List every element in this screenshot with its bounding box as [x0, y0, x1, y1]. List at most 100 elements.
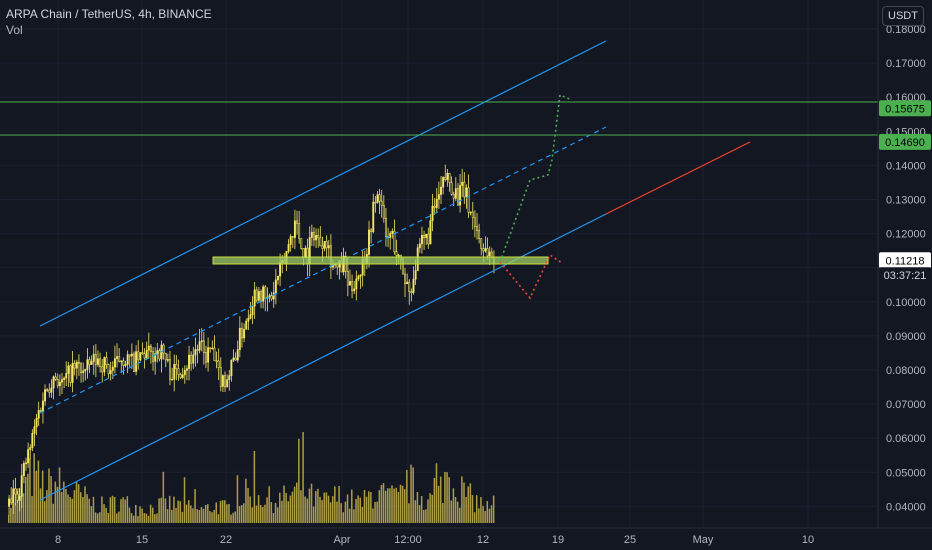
- volume-bar: [429, 493, 431, 523]
- volume-bar: [10, 507, 12, 523]
- volume-bar: [219, 500, 222, 523]
- volume-bar: [223, 500, 226, 523]
- volume-bar: [82, 497, 84, 523]
- candle: [25, 457, 27, 471]
- volume-bar: [175, 507, 177, 523]
- candle: [245, 318, 248, 330]
- volume-bar: [217, 514, 220, 523]
- time-tick-label: Apr: [333, 534, 350, 546]
- volume-bar: [482, 505, 484, 523]
- volume-bar: [478, 508, 480, 523]
- candle: [427, 227, 430, 249]
- price-scale[interactable]: 0.180000.170000.160000.150000.140000.130…: [877, 0, 932, 528]
- volume-bar: [156, 513, 158, 523]
- candle: [14, 477, 17, 506]
- volume-bar: [147, 515, 150, 523]
- candle: [147, 332, 150, 359]
- volume-bar: [291, 491, 294, 523]
- volume-bar: [69, 497, 71, 523]
- volume-bar: [488, 508, 491, 523]
- time-tick-label: 22: [220, 534, 232, 546]
- candle: [73, 360, 76, 376]
- candle: [154, 347, 157, 375]
- price-tick-label: 0.13000: [886, 195, 926, 207]
- candle: [152, 346, 155, 371]
- volume-bar: [164, 498, 167, 523]
- volume-bar: [103, 504, 105, 523]
- volume-bar: [253, 450, 256, 523]
- candle: [156, 343, 159, 363]
- candle: [205, 345, 207, 369]
- candle: [344, 251, 347, 279]
- volume-bar: [289, 495, 292, 523]
- volume-bar: [84, 486, 86, 523]
- volume-bar: [124, 499, 126, 523]
- volume-bar: [486, 501, 489, 523]
- volume-bar: [115, 513, 118, 523]
- candle: [353, 280, 356, 295]
- volume-bar: [209, 511, 211, 523]
- volume-bar: [137, 516, 139, 523]
- price-badge: 03:37:21: [879, 267, 931, 284]
- candle: [310, 224, 313, 246]
- symbol-title[interactable]: ARPA Chain / TetherUS, 4h, BINANCE: [6, 6, 212, 22]
- candle: [188, 345, 190, 381]
- candle: [224, 371, 226, 393]
- candle: [179, 372, 182, 379]
- volume-bar: [475, 495, 478, 523]
- volume-bar: [128, 507, 131, 523]
- candle: [298, 210, 301, 244]
- candle: [232, 349, 235, 362]
- time-tick-label: 8: [55, 534, 61, 546]
- candle: [226, 374, 229, 388]
- volume-bar: [166, 509, 169, 523]
- volume-bar: [471, 495, 474, 523]
- currency-unit-button[interactable]: USDT: [882, 6, 924, 26]
- volume-bar: [211, 512, 213, 523]
- candle: [162, 343, 165, 360]
- volume-bar: [465, 496, 467, 523]
- candlestick-series: [8, 164, 495, 517]
- volume-bar: [243, 503, 245, 523]
- volume-bar: [393, 488, 395, 523]
- time-tick-label: 25: [624, 534, 636, 546]
- volume-bar: [403, 489, 406, 523]
- volume-bar: [268, 486, 270, 523]
- volume-bar: [183, 477, 186, 523]
- volume-bar: [334, 486, 336, 523]
- volume-bar: [105, 507, 107, 523]
- price-tick-label: 0.17000: [886, 58, 926, 70]
- candle: [351, 274, 354, 299]
- volume-bar: [344, 501, 347, 523]
- volume-bar: [446, 472, 448, 523]
- volume-bar: [249, 496, 251, 523]
- candle: [97, 350, 99, 368]
- candle: [75, 359, 78, 380]
- time-scale[interactable]: 8 15 22 Apr 12:00 12 19 25 May 10: [0, 527, 932, 550]
- volume-bar: [151, 507, 154, 523]
- channel-extension-line: [605, 141, 751, 215]
- volume-bar: [461, 476, 463, 523]
- volume-bar: [367, 491, 370, 523]
- time-tick-label: 12: [477, 534, 489, 546]
- volume-bar: [300, 490, 302, 523]
- volume-bar: [399, 484, 402, 523]
- volume-bar: [43, 501, 46, 523]
- price-chart[interactable]: 0.180000.170000.160000.150000.140000.130…: [0, 0, 932, 550]
- time-tick-label: 10: [802, 534, 814, 546]
- volume-bar: [469, 483, 472, 523]
- volume-indicator-label[interactable]: Vol: [6, 22, 212, 38]
- candle: [173, 354, 176, 392]
- volume-bar: [357, 495, 359, 523]
- candle: [348, 269, 351, 286]
- candle: [219, 357, 222, 392]
- volume-bar: [423, 510, 425, 523]
- candle: [118, 348, 121, 363]
- volume-bar: [355, 498, 357, 523]
- candle: [113, 345, 116, 374]
- volume-bar: [276, 507, 279, 523]
- time-tick-label: 15: [136, 534, 148, 546]
- candle: [238, 316, 241, 358]
- candle: [249, 301, 252, 320]
- candle: [128, 354, 131, 368]
